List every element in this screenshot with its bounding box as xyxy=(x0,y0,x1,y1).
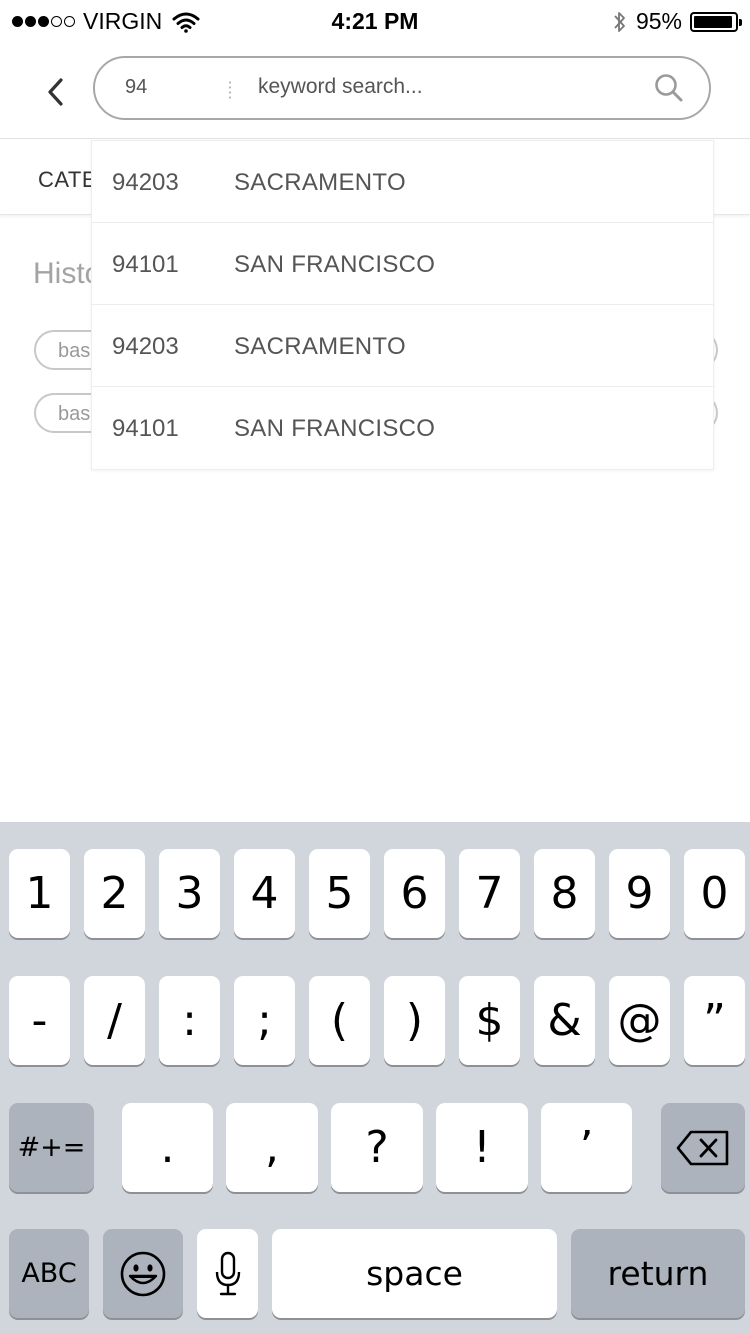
suggestion-zip: 94101 xyxy=(112,415,179,442)
key-symbol[interactable]: / xyxy=(84,976,145,1065)
key-symbol[interactable]: ? xyxy=(331,1103,423,1192)
suggestion-city: SAN FRANCISCO xyxy=(234,251,436,278)
search-divider xyxy=(229,80,231,100)
status-right: 95% xyxy=(612,8,742,35)
key-symbol[interactable]: ! xyxy=(436,1103,528,1192)
suggestion-city: SACRAMENTO xyxy=(234,333,406,360)
emoji-icon xyxy=(120,1251,166,1296)
key-digit[interactable]: 5 xyxy=(309,849,370,938)
back-button[interactable] xyxy=(36,72,76,112)
dictation-key[interactable] xyxy=(197,1229,258,1318)
backspace-icon xyxy=(676,1130,729,1165)
suggestion-item[interactable]: 94203 SACRAMENTO xyxy=(92,305,713,387)
numeric-keyboard: 1 2 3 4 5 6 7 8 9 0 - / : ; ( ) $ & @ ” … xyxy=(0,822,750,1334)
suggestion-zip: 94203 xyxy=(112,169,179,196)
suggestion-city: SAN FRANCISCO xyxy=(234,415,436,442)
search-bar: 94 keyword search... xyxy=(93,56,711,120)
backspace-key[interactable] xyxy=(661,1103,745,1192)
chevron-left-icon xyxy=(48,78,63,106)
zip-suggestions-dropdown: 94203 SACRAMENTO 94101 SAN FRANCISCO 942… xyxy=(91,140,714,470)
battery-cap xyxy=(739,18,742,26)
key-symbol[interactable]: , xyxy=(226,1103,318,1192)
key-digit[interactable]: 9 xyxy=(609,849,670,938)
status-bar: VIRGIN 4:21 PM 95% xyxy=(0,0,750,42)
emoji-key[interactable] xyxy=(103,1229,183,1318)
battery-percent: 95% xyxy=(635,8,682,34)
suggestion-item[interactable]: 94203 SACRAMENTO xyxy=(92,141,713,223)
key-symbol[interactable]: . xyxy=(122,1103,213,1192)
suggestion-zip: 94203 xyxy=(112,333,179,360)
key-symbol[interactable]: $ xyxy=(459,976,520,1065)
battery-level xyxy=(694,15,732,28)
key-digit[interactable]: 2 xyxy=(84,849,145,938)
key-digit[interactable]: 3 xyxy=(159,849,220,938)
search-header: 94 keyword search... xyxy=(0,42,750,139)
suggestion-item[interactable]: 94101 SAN FRANCISCO xyxy=(92,387,713,469)
abc-key[interactable]: ABC xyxy=(9,1229,89,1318)
return-key[interactable]: return xyxy=(571,1229,745,1318)
key-digit[interactable]: 7 xyxy=(459,849,520,938)
zip-input[interactable]: 94 xyxy=(125,76,205,99)
bluetooth-icon xyxy=(614,11,625,32)
keyword-search-input[interactable]: keyword search... xyxy=(258,75,423,99)
key-symbol[interactable]: - xyxy=(9,976,70,1065)
key-symbol[interactable]: ’ xyxy=(541,1103,632,1192)
key-symbol[interactable]: ; xyxy=(234,976,295,1065)
key-digit[interactable]: 8 xyxy=(534,849,595,938)
space-key[interactable]: space xyxy=(272,1229,557,1318)
key-symbol[interactable]: ) xyxy=(384,976,445,1065)
category-tab[interactable]: CATE xyxy=(38,167,97,193)
microphone-icon xyxy=(215,1251,240,1295)
suggestion-zip: 94101 xyxy=(112,251,179,278)
key-symbol[interactable]: @ xyxy=(609,976,670,1065)
key-symbol[interactable]: ” xyxy=(684,976,745,1065)
search-icon[interactable] xyxy=(653,72,685,104)
suggestion-item[interactable]: 94101 SAN FRANCISCO xyxy=(92,223,713,305)
suggestion-city: SACRAMENTO xyxy=(234,169,406,196)
key-digit[interactable]: 0 xyxy=(684,849,745,938)
key-symbol[interactable]: : xyxy=(159,976,220,1065)
symbols-toggle-key[interactable]: #+= xyxy=(9,1103,94,1192)
key-digit[interactable]: 4 xyxy=(234,849,295,938)
key-digit[interactable]: 1 xyxy=(9,849,70,938)
battery-icon xyxy=(690,11,742,32)
key-digit[interactable]: 6 xyxy=(384,849,445,938)
key-symbol[interactable]: & xyxy=(534,976,595,1065)
key-symbol[interactable]: ( xyxy=(309,976,370,1065)
